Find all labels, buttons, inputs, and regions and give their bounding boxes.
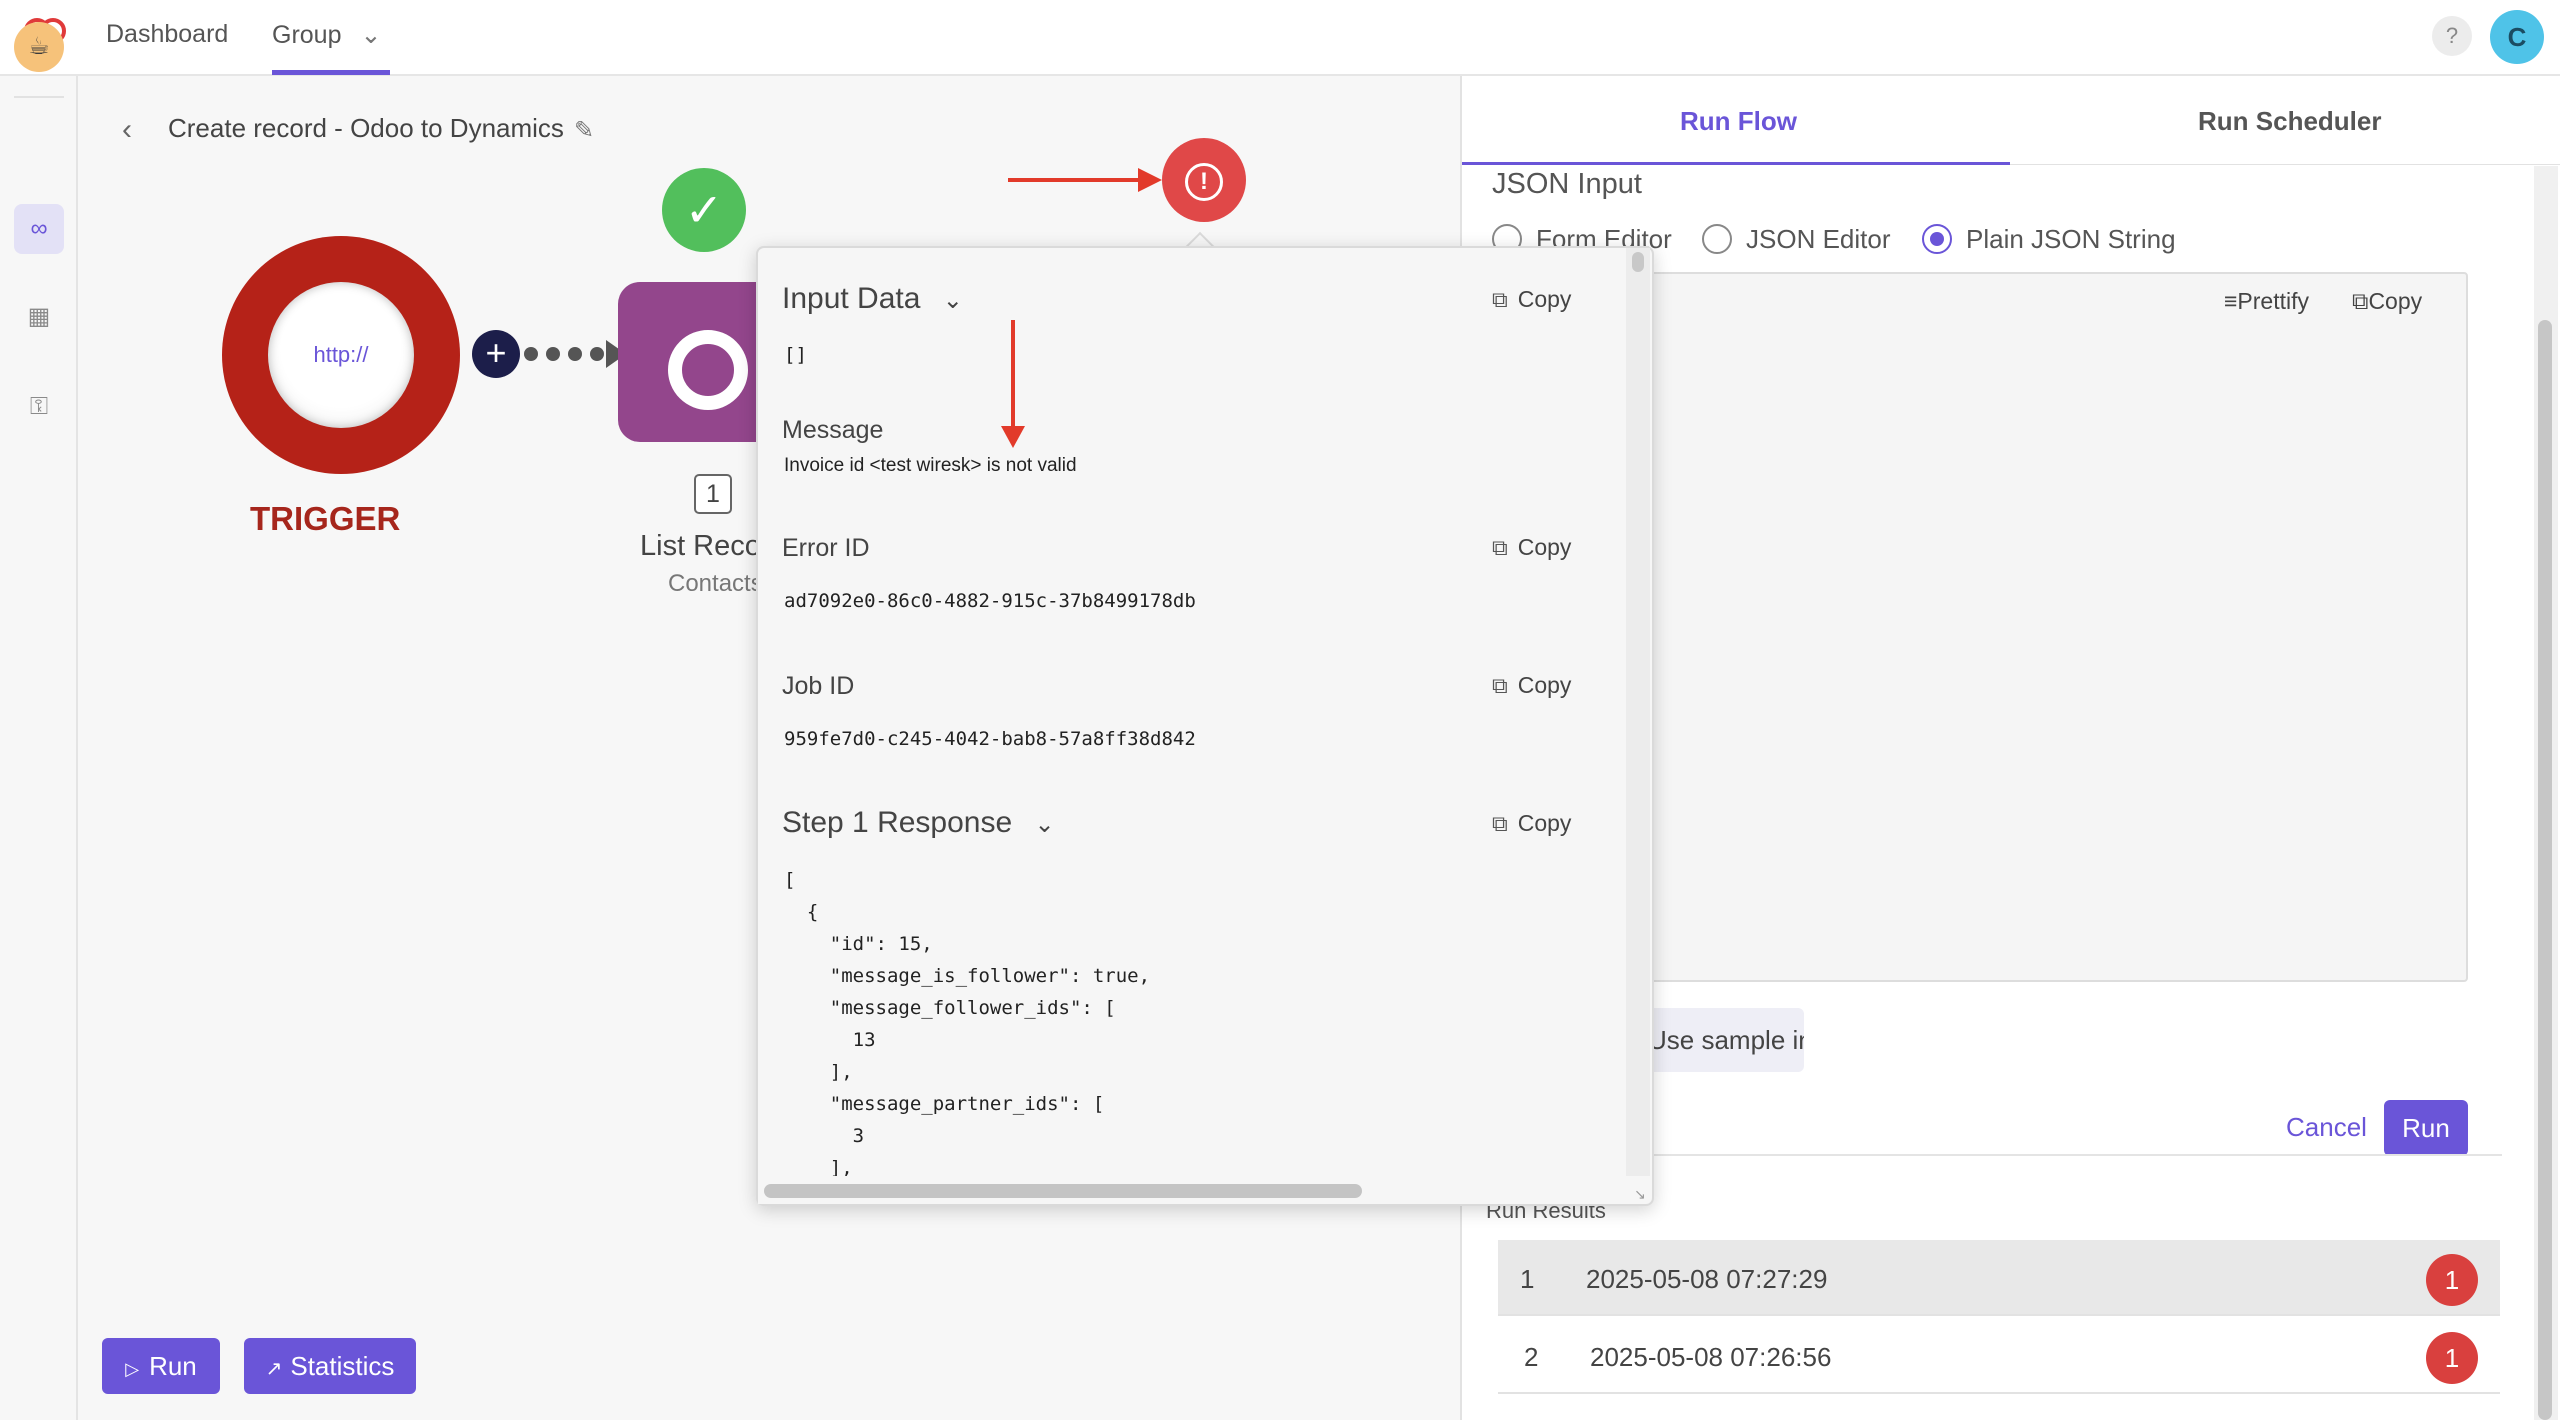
popup-vertical-scrollbar-thumb[interactable] <box>1632 252 1644 272</box>
run-button-label: Run <box>149 1351 197 1381</box>
connector-dot <box>590 347 604 361</box>
message-value: Invoice id <test wiresk> is not valid <box>784 455 1077 476</box>
step-response-title-label: Step 1 Response <box>782 806 1013 839</box>
tab-run-flow[interactable]: Run Flow <box>1680 106 1797 137</box>
chart-icon: ↗ <box>265 1358 283 1380</box>
flow-title: Create record - Odoo to Dynamics <box>168 113 564 143</box>
add-step-icon[interactable]: + <box>472 330 520 378</box>
copy-error-id-button[interactable]: ⧉ Copy <box>1492 534 1571 561</box>
nav-group[interactable]: Group ⌄ <box>272 20 381 50</box>
run-result-row[interactable]: 1 2025-05-08 07:27:29 1 <box>1498 1240 2500 1316</box>
tab-active-indicator <box>1462 162 2010 165</box>
play-icon: ▷ <box>125 1359 140 1379</box>
annotation-arrow <box>1008 178 1142 182</box>
top-bar <box>0 0 2560 76</box>
copy-icon: ⧉ <box>1492 535 1508 560</box>
step-response-title[interactable]: Step 1 Response ⌄ <box>782 806 1055 840</box>
tab-divider <box>2010 164 2560 165</box>
run-flow-button[interactable]: Run <box>2384 1100 2468 1156</box>
chevron-down-icon: ⌄ <box>942 287 963 314</box>
annotation-arrow <box>1011 320 1015 430</box>
panel-scrollbar-thumb[interactable] <box>2538 320 2552 1420</box>
step-number: 1 <box>694 474 732 514</box>
input-data-title-label: Input Data <box>782 282 921 315</box>
help-icon[interactable]: ? <box>2432 16 2472 56</box>
step-ring-icon <box>668 330 748 410</box>
statistics-button[interactable]: ↗ Statistics <box>244 1338 416 1394</box>
run-result-time: 2025-05-08 07:26:56 <box>1590 1342 1832 1372</box>
radio-json-editor-label: JSON Editor <box>1746 224 1891 254</box>
connector-dot <box>546 347 560 361</box>
prettify-label: Prettify <box>2237 288 2309 314</box>
connector-dot <box>568 347 582 361</box>
popup-vertical-scrollbar[interactable] <box>1626 248 1650 1176</box>
copy-icon: ⧉ <box>1492 673 1508 698</box>
input-data-title[interactable]: Input Data ⌄ <box>782 282 963 316</box>
prettify-button[interactable]: ≡Prettify <box>2224 288 2309 315</box>
run-button[interactable]: ▷ Run <box>102 1338 220 1394</box>
workspace-avatar[interactable]: ☕ <box>14 22 64 72</box>
editor-copy-button[interactable]: ⧉Copy <box>2352 288 2422 315</box>
chevron-down-icon: ⌄ <box>1034 811 1055 838</box>
copy-icon: ⧉ <box>2352 288 2369 314</box>
job-id-label: Job ID <box>782 672 855 700</box>
copy-icon: ⧉ <box>1492 811 1508 836</box>
apps-grid-icon[interactable]: ▦ <box>14 292 64 342</box>
flows-icon[interactable]: ∞ <box>14 204 64 254</box>
connector-dot <box>524 347 538 361</box>
trigger-label: TRIGGER <box>250 500 401 537</box>
trigger-http-label: http:// <box>268 282 414 428</box>
run-result-index: 2 <box>1524 1342 1539 1372</box>
rail-divider <box>14 96 64 98</box>
cancel-button[interactable]: Cancel <box>2286 1112 2367 1143</box>
nav-group-label: Group <box>272 21 342 49</box>
copy-step-response-button[interactable]: ⧉ Copy <box>1492 810 1571 837</box>
radio-json-editor[interactable] <box>1702 224 1732 254</box>
key-icon[interactable]: ⚿ <box>14 382 64 432</box>
error-count-badge: 1 <box>2426 1254 2478 1306</box>
nav-dashboard[interactable]: Dashboard <box>106 20 228 49</box>
statistics-button-label: Statistics <box>290 1351 395 1381</box>
run-result-time: 2025-05-08 07:27:29 <box>1586 1264 1828 1294</box>
tab-run-scheduler[interactable]: Run Scheduler <box>2198 106 2381 137</box>
run-result-index: 1 <box>1520 1264 1535 1294</box>
lines-icon: ≡ <box>2224 288 2238 314</box>
copy-label: Copy <box>1517 810 1572 836</box>
radio-plain-json-label: Plain JSON String <box>1966 224 2176 254</box>
copy-label: Copy <box>1517 534 1572 560</box>
step-subtitle: Contacts <box>668 570 758 597</box>
popup-horizontal-scrollbar-thumb[interactable] <box>764 1184 1362 1198</box>
copy-icon: ⧉ <box>1492 287 1508 312</box>
copy-input-data-button[interactable]: ⧉ Copy <box>1492 286 1571 313</box>
error-count-badge: 1 <box>2426 1332 2478 1384</box>
user-avatar[interactable]: C <box>2490 10 2544 64</box>
left-rail <box>0 76 78 1420</box>
error-alert-icon[interactable]: ! <box>1162 138 1246 222</box>
editor-copy-label: Copy <box>2368 288 2423 314</box>
error-id-value: ad7092e0-86c0-4882-915c-37b8499178db <box>784 590 1196 612</box>
edit-pencil-icon[interactable]: ✎ <box>574 116 594 145</box>
back-chevron-icon[interactable]: ‹ <box>122 113 132 147</box>
job-id-value: 959fe7d0-c245-4042-bab8-57a8ff38d842 <box>784 728 1196 750</box>
copy-job-id-button[interactable]: ⧉ Copy <box>1492 672 1571 699</box>
copy-label: Copy <box>1517 286 1572 312</box>
json-input-label: JSON Input <box>1492 168 1642 200</box>
error-id-label: Error ID <box>782 534 870 562</box>
input-data-value: [] <box>784 344 807 366</box>
run-result-row[interactable]: 2 2025-05-08 07:26:56 1 <box>1498 1318 2500 1394</box>
chevron-down-icon: ⌄ <box>360 21 382 49</box>
radio-plain-json[interactable] <box>1922 224 1952 254</box>
check-icon: ✓ <box>662 168 746 252</box>
message-label: Message <box>782 416 884 444</box>
annotation-arrowhead-icon <box>1138 168 1162 192</box>
resize-handle-icon[interactable]: ↘ <box>1634 1186 1646 1203</box>
annotation-arrowhead-icon <box>1001 426 1025 448</box>
step-response-json: [ { "id": 15, "message_is_follower": tru… <box>784 869 1151 1179</box>
step-title: List Records <box>640 530 758 562</box>
nav-active-indicator <box>272 70 390 75</box>
copy-label: Copy <box>1517 672 1572 698</box>
